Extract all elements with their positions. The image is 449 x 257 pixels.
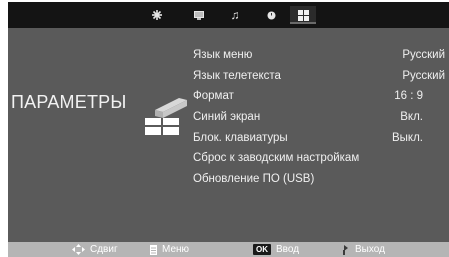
tab-sound[interactable]: ♫ xyxy=(222,6,248,24)
hint-exit-label: Выход xyxy=(355,244,385,255)
music-note-icon: ♫ xyxy=(230,8,240,22)
tab-picture[interactable] xyxy=(144,6,170,24)
hint-menu: Меню xyxy=(150,242,189,257)
settings-menu: Язык меню Русский Язык телетекста Русски… xyxy=(193,45,445,189)
tab-sound-screen[interactable] xyxy=(186,6,212,24)
settings-page-icon xyxy=(145,98,187,135)
menu-item-format[interactable]: Формат 16 : 9 xyxy=(193,86,445,107)
ok-button-badge: OK xyxy=(253,244,271,255)
settings-grid-icon xyxy=(297,9,309,21)
menu-item-label: Синий экран xyxy=(193,111,261,124)
page-title: ПАРАМЕТРЫ xyxy=(11,92,127,112)
menu-item-label: Язык телетекста xyxy=(193,69,281,82)
menu-item-menu-language[interactable]: Язык меню Русский xyxy=(193,45,445,66)
menu-item-factory-reset[interactable]: Сброс к заводским настройкам xyxy=(193,148,445,169)
hint-exit: Выход xyxy=(342,242,385,257)
menu-item-label: Сброс к заводским настройкам xyxy=(193,152,360,165)
menu-item-blue-screen[interactable]: Синий экран Вкл. xyxy=(193,107,445,128)
menu-item-label: Обновление ПО (USB) xyxy=(193,172,315,185)
menu-item-teletext-language[interactable]: Язык телетекста Русский xyxy=(193,66,445,87)
top-tab-bar: ♫ xyxy=(8,2,449,29)
menu-item-value: Выкл. xyxy=(391,131,423,144)
menu-item-value: Русский xyxy=(402,49,445,62)
menu-item-value: 16 : 9 xyxy=(394,90,423,103)
tv-menu-screen: ♫ ПАРАМЕТРЫ Язык меню Русский Язык телет… xyxy=(0,0,449,257)
hint-move-label: Сдвиг xyxy=(90,244,118,255)
four-way-arrows-icon xyxy=(72,244,85,255)
menu-item-label: Блок. клавиатуры xyxy=(193,131,288,144)
hint-enter: OK Ввод xyxy=(253,242,299,257)
monitor-icon xyxy=(194,10,204,20)
menu-list-icon xyxy=(150,244,157,255)
clock-icon xyxy=(267,11,275,19)
menu-item-label: Формат xyxy=(193,90,234,103)
hint-menu-label: Меню xyxy=(162,244,190,255)
exit-return-icon xyxy=(343,244,348,255)
menu-item-value: Русский xyxy=(402,69,445,82)
hint-enter-label: Ввод xyxy=(276,244,300,255)
tab-settings[interactable] xyxy=(290,6,316,24)
picture-icon xyxy=(152,10,162,20)
menu-item-software-update[interactable]: Обновление ПО (USB) xyxy=(193,169,445,190)
hint-move: Сдвиг xyxy=(72,242,118,257)
bottom-hint-bar: Сдвиг Меню OK Ввод Выход xyxy=(8,242,449,257)
tab-time[interactable] xyxy=(258,6,284,24)
menu-item-label: Язык меню xyxy=(193,49,253,62)
menu-item-key-lock[interactable]: Блок. клавиатуры Выкл. xyxy=(193,127,445,148)
menu-item-value: Вкл. xyxy=(400,111,423,124)
